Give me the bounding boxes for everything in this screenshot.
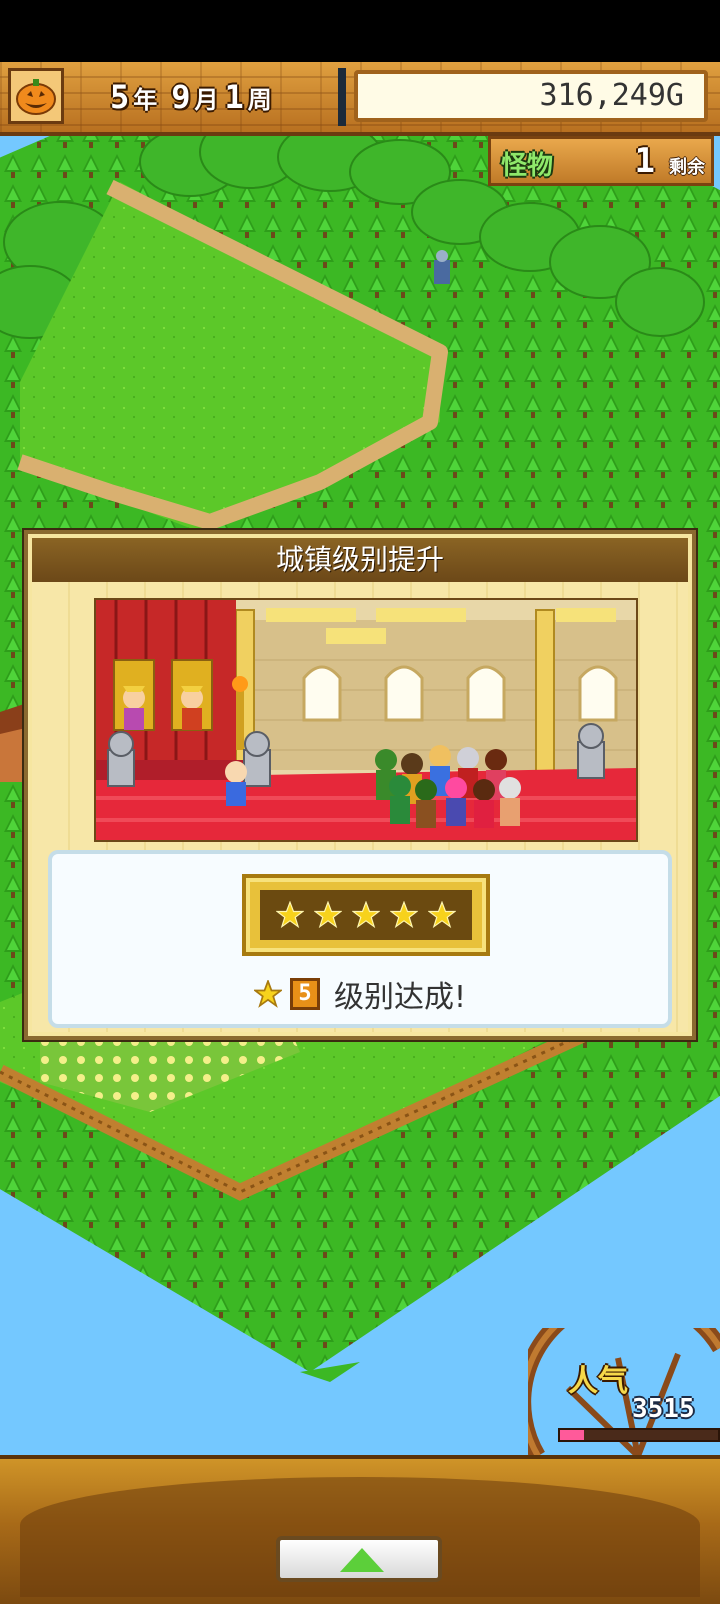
game-date: 5 年 9 月 1 周 <box>110 74 282 120</box>
popularity-bar-fill <box>560 1430 584 1440</box>
popularity-label: 人气 <box>568 1364 628 1399</box>
level-achieved-line: 5 级别达成! <box>52 972 668 1016</box>
monster-counter[interactable]: 怪物 1 剩余 <box>488 136 714 186</box>
rank-star-icon <box>428 901 456 929</box>
star-row <box>260 890 472 940</box>
popularity-value: 3515 <box>632 1394 695 1424</box>
expand-menu-button[interactable] <box>276 1536 442 1582</box>
month-unit: 月 <box>194 85 219 114</box>
popularity-gauge[interactable]: 人气 3515 <box>528 1328 720 1456</box>
level-achieved-text: 级别达成! <box>333 980 467 1015</box>
level-result-panel: 5 级别达成! <box>48 850 672 1028</box>
rank-star-icon <box>390 901 418 929</box>
year-number: 5 <box>110 78 130 116</box>
week-unit: 周 <box>247 85 272 114</box>
week-number: 1 <box>224 78 244 116</box>
throne-room-illustration <box>94 598 638 842</box>
monster-label: 怪物 <box>501 151 554 181</box>
star-icon <box>253 980 282 1008</box>
popularity-bar <box>558 1428 720 1442</box>
pumpkin-icon <box>16 79 56 115</box>
year-unit: 年 <box>133 85 158 114</box>
star-rank-plaque <box>242 874 490 956</box>
hud-divider <box>338 68 346 126</box>
monster-count: 1 <box>634 141 655 181</box>
rank-star-icon <box>276 901 304 929</box>
top-hud: 5 年 9 月 1 周 316,249G <box>0 62 720 136</box>
rank-star-icon <box>352 901 380 929</box>
month-number: 9 <box>171 78 191 116</box>
town-level-up-dialog[interactable]: 城镇级别提升 5 级别达成! <box>24 530 696 1040</box>
pumpkin-menu-button[interactable] <box>8 68 64 124</box>
dialog-title: 城镇级别提升 <box>32 538 688 582</box>
status-bar <box>0 0 720 62</box>
gold-display: 316,249G <box>354 70 708 122</box>
monster-remaining-label: 剩余 <box>669 157 705 178</box>
level-badge: 5 <box>289 978 320 1010</box>
rank-star-icon <box>314 901 342 929</box>
arrow-up-icon <box>340 1548 384 1572</box>
